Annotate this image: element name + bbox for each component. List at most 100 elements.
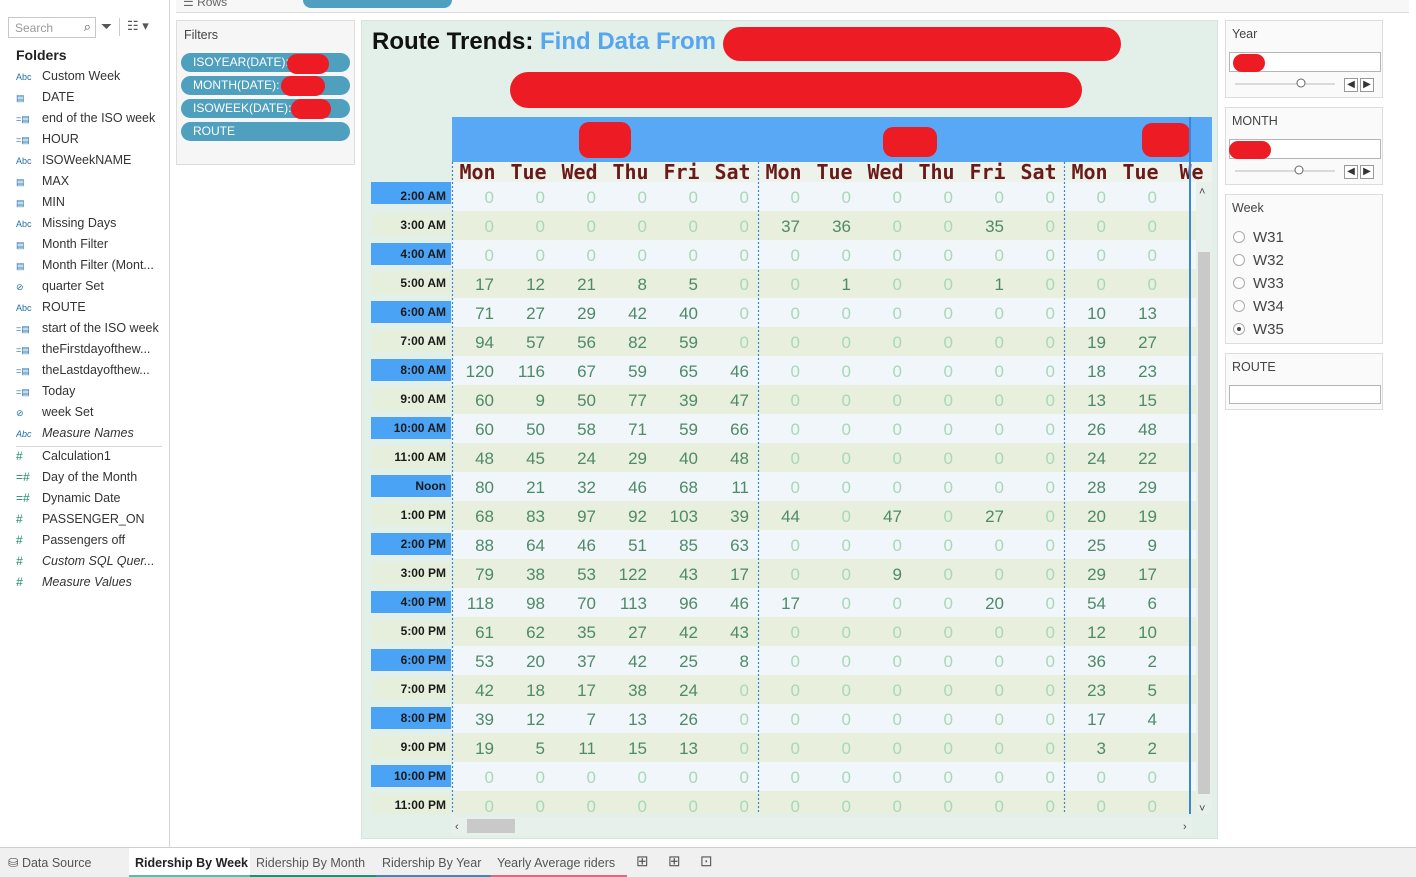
tab-yearly-average-riders[interactable]: Yearly Average riders [491,848,627,877]
month-filter-card: MONTH ◀ ▶ [1225,107,1383,185]
tab-ridership-by-week[interactable]: Ridership By Week [129,848,250,877]
slider-handle[interactable] [1294,165,1304,175]
cell-value: 27 [1138,333,1157,352]
scroll-down-icon[interactable]: ˅ [1199,803,1205,814]
scroll-right-icon[interactable]: › [1183,821,1187,833]
cell-value: 0 [485,797,494,814]
field-label: PASSENGER_ON [42,512,145,526]
field-item[interactable]: ▤ DATE [16,90,166,111]
calendar-type-icon: ▤ [16,240,25,250]
field-item[interactable]: Abc Missing Days [16,216,166,237]
cell-value: 43 [679,565,698,584]
field-item[interactable]: Abc ROUTE [16,300,166,321]
cell-value: 36 [1087,652,1106,671]
cell-value: 0 [944,536,953,555]
radio-circle[interactable] [1233,254,1245,266]
cell-value: 11 [578,739,596,758]
crosstab-view[interactable]: Mon Tue Wed Thu Fri Sat Mon Tue Wed Thu Fri Sat Mon T… [369,117,1212,814]
field-item[interactable]: Abc ISOWeekNAME [16,153,166,174]
week-option[interactable]: W31 [1233,229,1284,246]
hour-label: 4:00 AM [400,247,446,261]
tab-ridership-by-year[interactable]: Ridership By Year [376,848,491,877]
hour-label: 2:00 AM [400,189,446,203]
text-type-icon: Abc [16,156,32,166]
week-option-selected[interactable]: W35 [1233,321,1284,338]
field-item[interactable]: # Custom SQL Quer... [16,554,166,575]
year-prev-button[interactable]: ◀ [1344,78,1358,92]
tab-ridership-by-month[interactable]: Ridership By Month [250,848,376,877]
horizontal-scrollbar[interactable]: ‹ › [452,817,1192,835]
scroll-up-icon[interactable]: ˄ [1199,186,1205,198]
field-item[interactable]: ⊘ quarter Set [16,279,166,300]
field-item[interactable]: =# Dynamic Date [16,491,166,512]
field-label: DATE [42,90,75,104]
field-item[interactable]: ▤ MAX [16,174,166,195]
cell-value: 10 [1138,623,1157,642]
field-item[interactable]: ⊘ week Set [16,405,166,426]
field-item[interactable]: Abc Custom Week [16,69,166,90]
week-option[interactable]: W33 [1233,275,1284,292]
field-item[interactable]: ▤ Month Filter (Mont... [16,258,166,279]
field-item[interactable]: ▤ MIN [16,195,166,216]
slider-handle[interactable] [1296,78,1306,88]
field-item[interactable]: # Calculation1 [16,449,166,470]
radio-circle[interactable] [1233,231,1245,243]
new-story-icon[interactable]: ⊡ [700,852,713,870]
cell-value: 0 [944,507,953,526]
field-item[interactable]: =▤ HOUR [16,132,166,153]
field-item[interactable]: =▤ Today [16,384,166,405]
field-item[interactable]: =▤ theFirstdayofthew... [16,342,166,363]
month-next-button[interactable]: ▶ [1360,165,1374,179]
view-options-icon[interactable]: ☷ ▾ [127,18,149,34]
scroll-thumb[interactable] [1198,252,1210,794]
cell-value: 22 [1138,449,1157,468]
title-text: Route Trends: [372,28,534,55]
scroll-left-icon[interactable]: ‹ [455,821,459,833]
data-source-tab[interactable]: ⛁ Data Source [2,848,126,877]
week-option[interactable]: W32 [1233,252,1284,269]
field-item[interactable]: =▤ theLastdayofthew... [16,363,166,384]
cell-value: 85 [679,536,698,555]
field-item[interactable]: =# Day of the Month [16,470,166,491]
cell-value: 0 [791,565,800,584]
field-item[interactable]: # Measure Values [16,575,166,596]
shelf-pill[interactable] [303,0,452,8]
radio-circle-selected[interactable] [1233,323,1245,335]
week-option[interactable]: W34 [1233,298,1284,315]
month-slider[interactable] [1233,165,1337,175]
year-next-button[interactable]: ▶ [1360,78,1374,92]
year-slider[interactable] [1233,78,1337,88]
field-item[interactable]: # PASSENGER_ON [16,512,166,533]
tab-label: Ridership By Week [135,856,249,870]
radio-circle[interactable] [1233,300,1245,312]
filter-pill-route[interactable]: ROUTE [181,122,350,141]
cell-value: 48 [730,449,749,468]
field-item[interactable]: ▤ Month Filter [16,237,166,258]
search-input[interactable]: Search ⌕ [8,17,96,38]
field-item[interactable]: =▤ end of the ISO week [16,111,166,132]
radio-circle[interactable] [1233,277,1245,289]
field-item[interactable]: # Passengers off [16,533,166,554]
cell-value: 0 [893,623,902,642]
field-label: Dynamic Date [42,491,121,505]
cell-value: 0 [842,304,851,323]
cell-value: 39 [679,391,698,410]
cell-value: 35 [577,623,596,642]
filter-icon[interactable]: ⏷ [101,18,112,35]
route-input[interactable] [1229,385,1381,404]
field-item[interactable]: =▤ start of the ISO week [16,321,166,342]
week-filter-card: Week W31 W32 W33 W34 W35 [1225,194,1383,344]
month-prev-button[interactable]: ◀ [1344,165,1358,179]
new-worksheet-icon[interactable]: ⊞ [636,852,649,870]
field-label: Measure Values [42,575,132,589]
field-label: Passengers off [42,533,126,547]
cell-value: 21 [577,275,596,294]
vertical-scrollbar[interactable]: ˄ ˅ [1196,182,1212,814]
measure-type-icon: =# [16,491,30,505]
cell-value: 0 [842,449,851,468]
cell-value: 6 [1148,594,1157,613]
field-item[interactable]: Abc Measure Names [16,426,166,447]
scroll-thumb[interactable] [467,819,515,833]
cell-value: 0 [1148,797,1157,814]
new-dashboard-icon[interactable]: ⊞ [668,852,681,870]
